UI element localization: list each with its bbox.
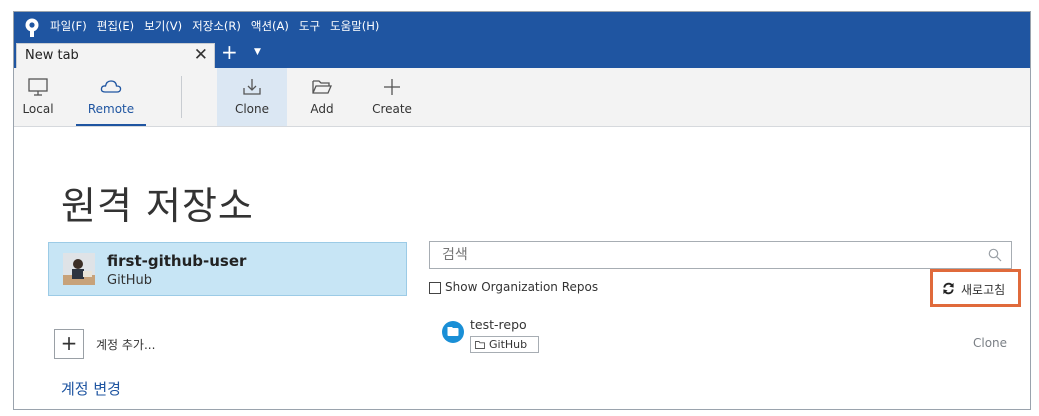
menu-edit[interactable]: 편집(E) bbox=[97, 18, 134, 34]
menu-bar: 파일(F) 편집(E) 보기(V) 저장소(R) 액션(A) 도구 도움말(H) bbox=[50, 18, 379, 34]
show-org-repos-checkbox[interactable] bbox=[429, 282, 441, 294]
folder-open-icon bbox=[312, 80, 332, 94]
folder-icon bbox=[475, 341, 485, 349]
title-bar: 파일(F) 편집(E) 보기(V) 저장소(R) 액션(A) 도구 도움말(H)… bbox=[14, 12, 1030, 68]
menu-help[interactable]: 도움말(H) bbox=[330, 18, 379, 34]
new-tab-button[interactable]: + bbox=[221, 40, 238, 64]
repo-host-label: GitHub bbox=[489, 338, 528, 351]
menu-action[interactable]: 액션(A) bbox=[251, 18, 289, 34]
cloud-icon bbox=[100, 80, 122, 93]
repo-host-badge: GitHub bbox=[470, 336, 539, 353]
add-button[interactable]: Add bbox=[304, 68, 340, 126]
add-account-button[interactable]: + bbox=[54, 329, 84, 359]
clone-label: Clone bbox=[234, 102, 270, 116]
repository-icon bbox=[442, 321, 464, 343]
tab-new-tab[interactable]: New tab ✕ bbox=[16, 43, 215, 68]
menu-tools[interactable]: 도구 bbox=[299, 18, 320, 34]
search-icon bbox=[988, 248, 1002, 262]
monitor-icon bbox=[28, 78, 48, 96]
toolbar: Local Remote Clone Add Create bbox=[14, 68, 1030, 127]
show-org-repos-label: Show Organization Repos bbox=[445, 280, 599, 294]
account-host: GitHub bbox=[107, 273, 153, 288]
create-button[interactable]: Create bbox=[369, 68, 415, 126]
toolbar-divider bbox=[181, 76, 182, 118]
menu-view[interactable]: 보기(V) bbox=[144, 18, 182, 34]
account-name: first-github-user bbox=[107, 252, 247, 270]
plus-icon bbox=[384, 79, 400, 95]
clone-button[interactable]: Clone bbox=[217, 68, 287, 126]
avatar bbox=[63, 253, 95, 285]
account-card[interactable]: first-github-user GitHub bbox=[48, 242, 407, 296]
search-input[interactable] bbox=[429, 241, 1012, 269]
menu-repository[interactable]: 저장소(R) bbox=[192, 18, 241, 34]
active-tab-indicator bbox=[76, 124, 146, 126]
chevron-down-icon[interactable]: ▼ bbox=[254, 47, 261, 57]
close-icon[interactable]: ✕ bbox=[194, 45, 208, 65]
refresh-icon bbox=[943, 282, 954, 295]
repo-name: test-repo bbox=[470, 317, 527, 332]
local-label: Local bbox=[22, 102, 54, 116]
app-logo-icon bbox=[25, 18, 39, 37]
create-label: Create bbox=[372, 102, 412, 116]
tab-label: New tab bbox=[25, 48, 79, 63]
change-account-link[interactable]: 계정 변경 bbox=[61, 378, 121, 399]
refresh-label: 새로고침 bbox=[961, 283, 1006, 297]
menu-file[interactable]: 파일(F) bbox=[50, 18, 87, 34]
page-title: 원격 저장소 bbox=[61, 184, 254, 228]
local-button[interactable]: Local bbox=[20, 68, 56, 126]
repo-clone-link[interactable]: Clone bbox=[973, 336, 1007, 350]
add-account-label: 계정 추가... bbox=[96, 338, 156, 352]
remote-button[interactable]: Remote bbox=[76, 68, 146, 126]
add-label: Add bbox=[310, 102, 334, 116]
remote-label: Remote bbox=[87, 102, 135, 116]
download-icon bbox=[243, 79, 261, 95]
refresh-button[interactable]: 새로고침 bbox=[930, 269, 1021, 307]
app-window: 파일(F) 편집(E) 보기(V) 저장소(R) 액션(A) 도구 도움말(H)… bbox=[13, 11, 1031, 410]
